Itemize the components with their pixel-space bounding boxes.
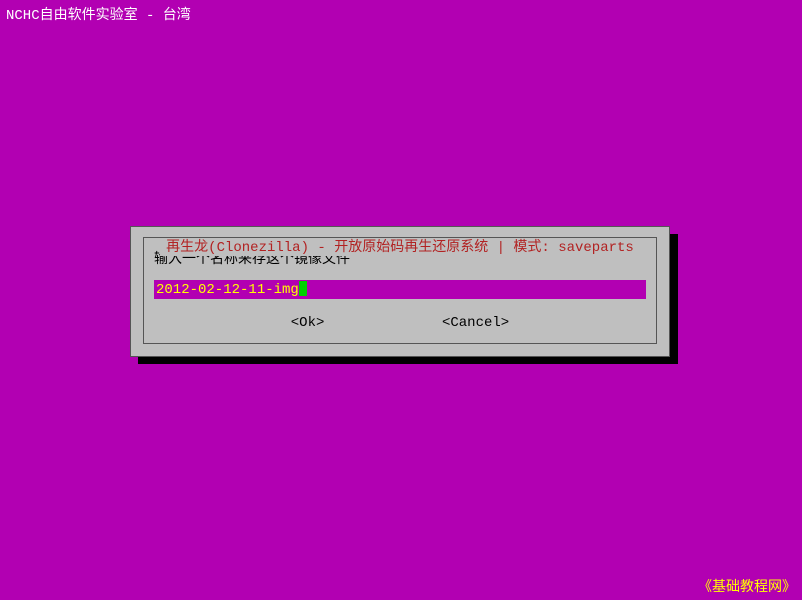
image-name-input[interactable]: 2012-02-12-11-img_______________________… [154, 280, 646, 299]
text-cursor [299, 281, 307, 296]
header-title: NCHC自由软件实验室 - 台湾 [6, 4, 191, 24]
footer-watermark: 《基础教程网》 [698, 576, 796, 596]
cancel-button[interactable]: <Cancel> [442, 315, 509, 331]
input-value: 2012-02-12-11-img [156, 282, 299, 298]
dialog-box: 再生龙(Clonezilla) - 开放原始码再生还原系统 | 模式: save… [130, 226, 670, 357]
dialog-title: 再生龙(Clonezilla) - 开放原始码再生还原系统 | 模式: save… [160, 240, 640, 256]
ok-button[interactable]: <Ok> [291, 315, 325, 331]
